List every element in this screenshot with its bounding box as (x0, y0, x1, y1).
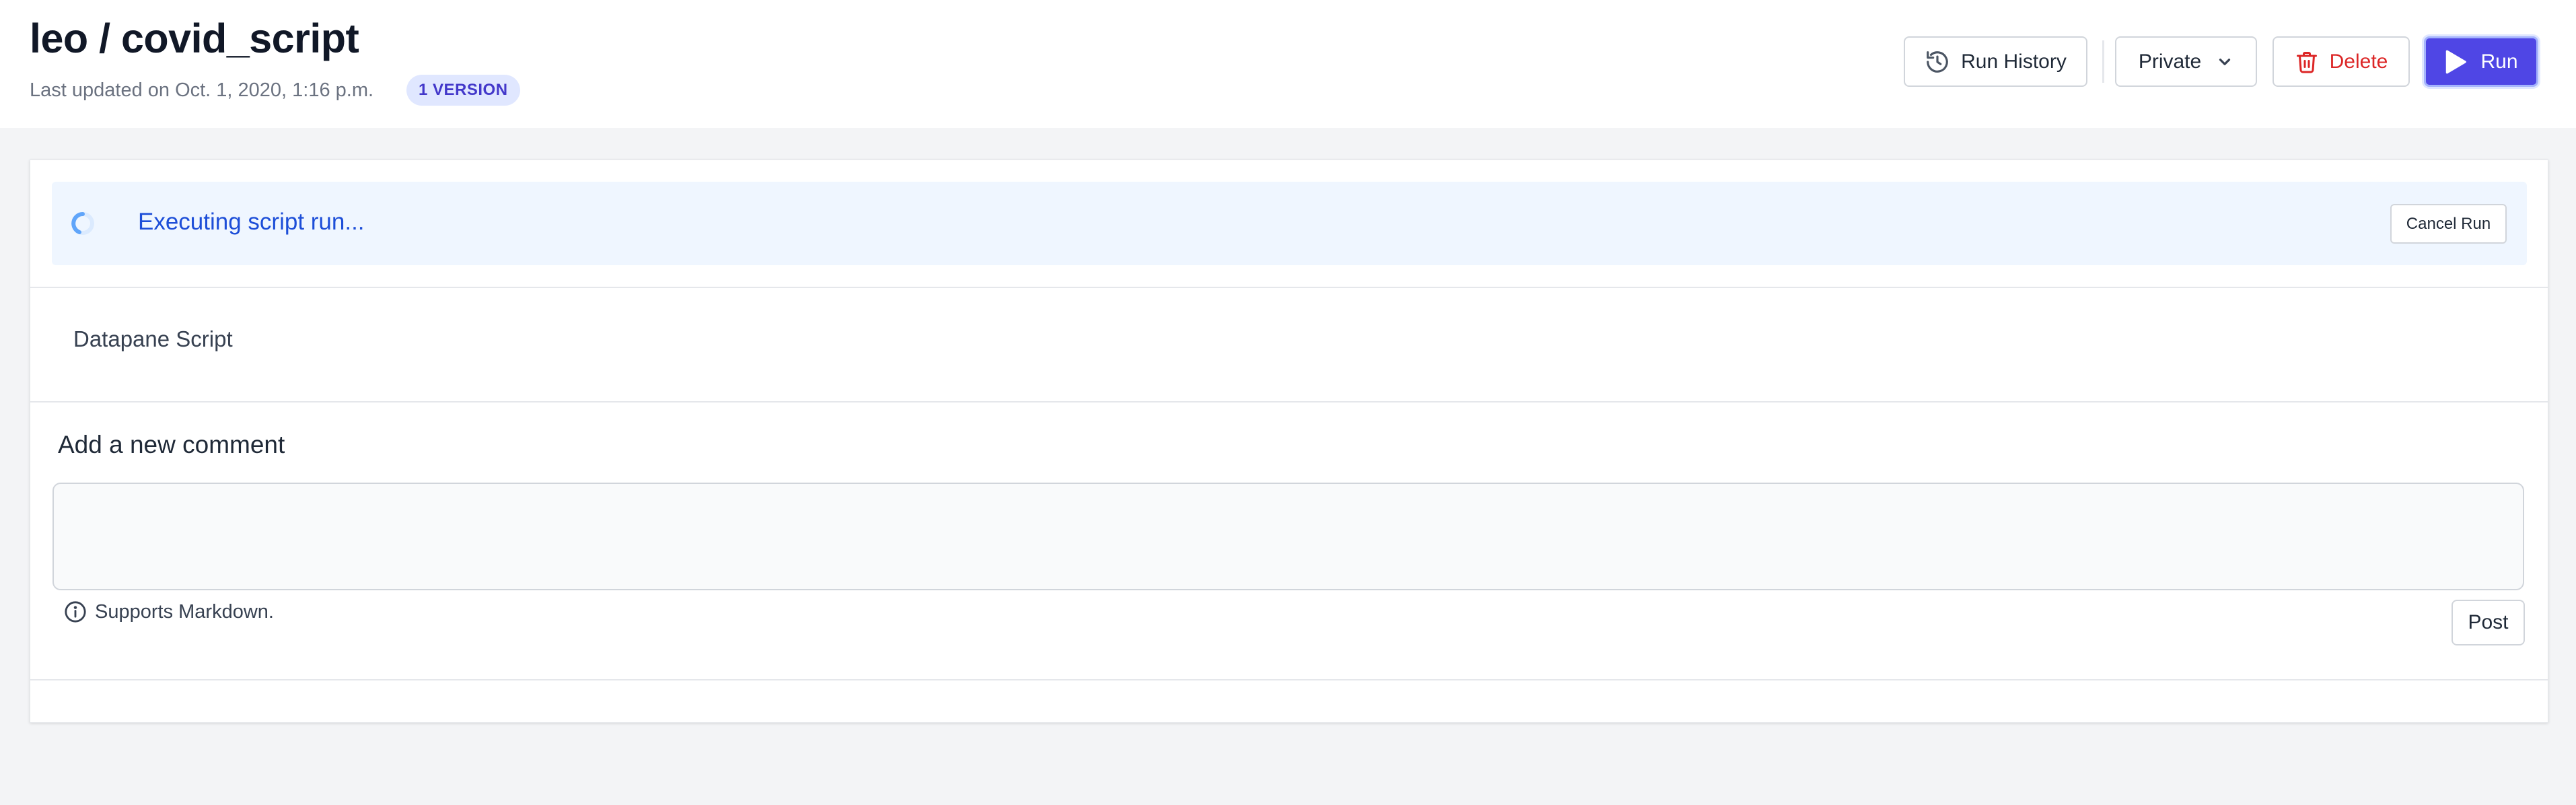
chevron-down-icon (2219, 58, 2231, 65)
last-updated-text: Last updated on Oct. 1, 2020, 1:16 p.m. (30, 79, 374, 101)
spinner-icon (71, 212, 94, 235)
run-button[interactable]: Run (2424, 36, 2538, 87)
delete-label: Delete (2329, 50, 2388, 73)
divider (30, 401, 2548, 403)
trash-icon (2296, 51, 2317, 73)
delete-button[interactable]: Delete (2273, 36, 2410, 87)
visibility-label: Private (2138, 50, 2202, 73)
toolbar-divider (2102, 40, 2104, 83)
divider (30, 679, 2548, 680)
play-icon (2446, 50, 2467, 73)
comment-input[interactable] (52, 483, 2524, 590)
run-history-label: Run History (1961, 50, 2067, 73)
run-label: Run (2480, 50, 2518, 73)
cancel-run-button[interactable]: Cancel Run (2390, 204, 2507, 244)
script-card: Executing script run... Cancel Run Datap… (30, 160, 2548, 723)
run-status-banner: Executing script run... Cancel Run (52, 182, 2527, 265)
script-label: Datapane Script (73, 326, 233, 351)
visibility-dropdown[interactable]: Private (2115, 36, 2257, 87)
comment-section-title: Add a new comment (58, 431, 285, 458)
page-header: leo / covid_script Last updated on Oct. … (0, 0, 2576, 128)
divider (30, 287, 2548, 288)
page-title: leo / covid_script (30, 15, 359, 62)
script-name: covid_script (121, 15, 359, 61)
version-badge[interactable]: 1 VERSION (406, 75, 520, 106)
history-icon (1927, 50, 1948, 73)
run-status-text: Executing script run... (138, 209, 365, 235)
post-comment-button[interactable]: Post (2452, 600, 2525, 645)
run-history-button[interactable]: Run History (1904, 36, 2087, 87)
markdown-note-text: Supports Markdown. (95, 600, 274, 623)
owner-name: leo (30, 15, 88, 61)
markdown-note: Supports Markdown. (64, 600, 274, 623)
info-icon (65, 601, 86, 623)
title-separator: / (99, 15, 110, 61)
